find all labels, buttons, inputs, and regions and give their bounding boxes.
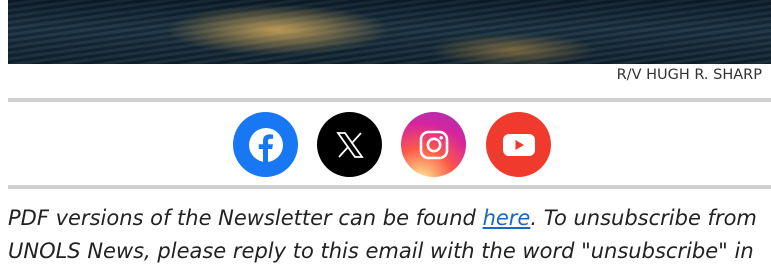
notice-text-line2: UNOLS News, please reply to this email w… bbox=[8, 239, 754, 263]
x-icon bbox=[335, 131, 364, 158]
unsubscribe-notice: PDF versions of the Newsletter can be fo… bbox=[8, 202, 768, 268]
youtube-link[interactable] bbox=[486, 112, 551, 177]
hero-image-ocean bbox=[8, 0, 771, 64]
instagram-link[interactable] bbox=[401, 112, 466, 177]
notice-text-after-link: . To unsubscribe from bbox=[530, 206, 757, 230]
x-link[interactable] bbox=[317, 112, 382, 177]
youtube-icon bbox=[502, 133, 535, 156]
facebook-link[interactable] bbox=[233, 112, 298, 177]
social-links bbox=[0, 112, 771, 178]
divider-top bbox=[8, 98, 771, 102]
facebook-icon bbox=[248, 127, 283, 162]
pdf-newsletter-link[interactable]: here bbox=[483, 206, 531, 230]
notice-text-before-link: PDF versions of the Newsletter can be fo… bbox=[8, 206, 483, 230]
image-caption: R/V HUGH R. SHARP bbox=[616, 67, 762, 83]
divider-bottom bbox=[8, 185, 771, 189]
instagram-icon bbox=[419, 130, 448, 159]
